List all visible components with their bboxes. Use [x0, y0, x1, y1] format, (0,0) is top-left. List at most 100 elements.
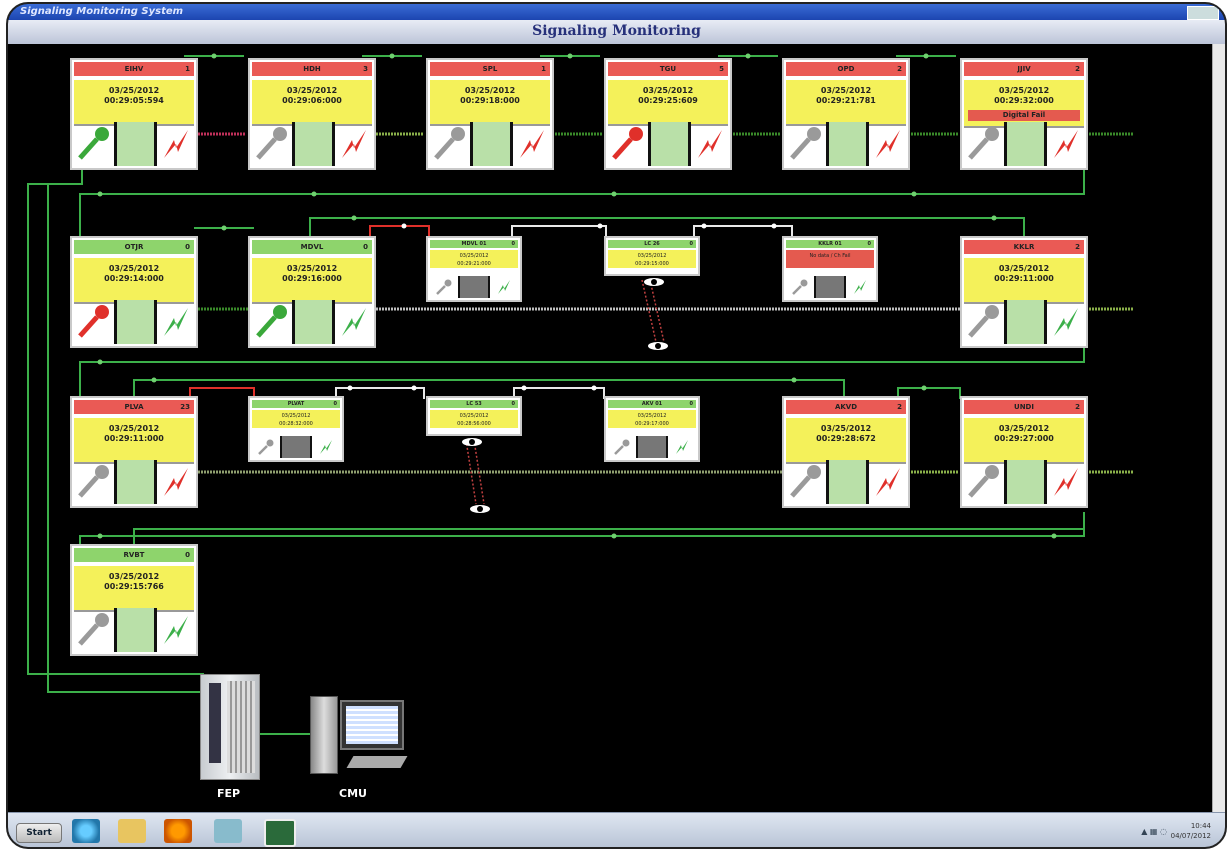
network-app-icon[interactable] [214, 819, 242, 843]
substation-count: 0 [511, 401, 515, 407]
system-tray[interactable]: ▲ ▦ ◌ [1141, 827, 1167, 836]
station-panel[interactable]: UNDI 2 03/25/2012 00:29:27:000 [960, 396, 1088, 508]
key-icon[interactable] [430, 122, 470, 166]
timestamp-time: 00:29:15:766 [104, 582, 164, 591]
folder-icon[interactable] [118, 819, 146, 843]
power-bolt-icon [157, 460, 194, 504]
timestamp-time: 00:29:32:000 [994, 96, 1054, 105]
key-icon[interactable] [252, 122, 292, 166]
internet-explorer-icon[interactable] [72, 819, 100, 843]
key-icon[interactable] [74, 300, 114, 344]
fep-rack-icon[interactable] [200, 674, 260, 780]
key-icon[interactable] [964, 300, 1004, 344]
timestamp-time: 00:29:17:000 [635, 421, 669, 427]
power-bolt-icon [157, 300, 194, 344]
track-status-icon [470, 122, 513, 166]
substation-panel[interactable]: AKV 01 0 03/25/2012 00:29:17:000 [604, 396, 700, 462]
substation-count: 0 [511, 241, 515, 247]
substation-panel[interactable]: PLVAT 0 03/25/2012 00:28:32:000 [248, 396, 344, 462]
timestamp-date: 03/25/2012 [998, 264, 1050, 273]
clock-time: 10:44 [1190, 822, 1211, 830]
key-icon[interactable] [74, 608, 114, 652]
power-bolt-icon [312, 436, 340, 458]
station-name: SPL 1 [430, 62, 550, 76]
station-count: 2 [1075, 243, 1080, 251]
timestamp-date: 03/25/2012 [459, 253, 489, 259]
substation-panel[interactable]: KKLR 01 0 No data / Ch Fail [782, 236, 878, 302]
clock-date: 04/07/2012 [1170, 832, 1211, 840]
substation-timestamp: No data / Ch Fail [786, 250, 874, 268]
station-panel[interactable]: JJIV 2 03/25/2012 00:29:32:000 Digital Fail [960, 58, 1088, 170]
power-bolt-icon [157, 608, 194, 652]
station-status-row [252, 122, 372, 166]
substation-timestamp: 03/25/2012 00:28:56:000 [430, 410, 518, 428]
key-icon[interactable] [786, 460, 826, 504]
station-panel[interactable]: SPL 1 03/25/2012 00:29:18:000 [426, 58, 554, 170]
timestamp-date: 03/25/2012 [820, 86, 872, 95]
substation-panel[interactable]: LC 26 0 03/25/2012 00:29:15:000 [604, 236, 700, 276]
key-icon[interactable] [430, 276, 458, 298]
fault-text: No data / Ch Fail [809, 253, 851, 259]
station-timestamp: 03/25/2012 00:29:25:609 [608, 80, 728, 126]
station-name: OPD 2 [786, 62, 906, 76]
media-player-icon[interactable] [164, 819, 192, 843]
station-count: 0 [185, 551, 190, 559]
track-status-icon [114, 608, 157, 652]
timestamp-time: 00:29:28:672 [816, 434, 876, 443]
station-panel[interactable]: HDH 3 03/25/2012 00:29:06:000 [248, 58, 376, 170]
key-icon[interactable] [964, 460, 1004, 504]
substation-panel[interactable]: MDVL 01 0 03/25/2012 00:29:21:000 [426, 236, 522, 302]
cmu-computer-icon[interactable] [310, 696, 408, 774]
substation-timestamp: 03/25/2012 00:29:15:000 [608, 250, 696, 268]
key-icon[interactable] [74, 460, 114, 504]
track-status-icon [1004, 122, 1047, 166]
timestamp-time: 00:28:32:000 [279, 421, 313, 427]
station-name: TGU 5 [608, 62, 728, 76]
station-panel[interactable]: MDVL 0 03/25/2012 00:29:16:000 [248, 236, 376, 348]
key-icon[interactable] [786, 276, 814, 298]
station-panel[interactable]: PLVA 23 03/25/2012 00:29:11:000 [70, 396, 198, 508]
station-panel[interactable]: AKVD 2 03/25/2012 00:29:28:672 [782, 396, 910, 508]
key-icon[interactable] [608, 122, 648, 166]
key-icon[interactable] [74, 122, 114, 166]
key-icon[interactable] [608, 436, 636, 458]
substation-name: AKV 01 0 [608, 400, 696, 408]
station-timestamp: 03/25/2012 00:29:11:000 [74, 418, 194, 464]
station-timestamp: 03/25/2012 00:29:06:000 [252, 80, 372, 126]
station-name: RVBT 0 [74, 548, 194, 562]
taskbar-clock[interactable]: 10:44 04/07/2012 [1171, 821, 1211, 841]
key-icon[interactable] [964, 122, 1004, 166]
station-panel[interactable]: KKLR 2 03/25/2012 00:29:11:000 [960, 236, 1088, 348]
station-panel[interactable]: OTJR 0 03/25/2012 00:29:14:000 [70, 236, 198, 348]
fep-label: FEP [217, 787, 241, 800]
track-status-icon [636, 436, 668, 458]
station-panel[interactable]: TGU 5 03/25/2012 00:29:25:609 [604, 58, 732, 170]
substation-status-row [252, 436, 340, 458]
station-panel[interactable]: EIHV 1 03/25/2012 00:29:05:594 [70, 58, 198, 170]
vertical-scrollbar[interactable] [1212, 44, 1225, 812]
station-status-row [430, 122, 550, 166]
station-panel[interactable]: RVBT 0 03/25/2012 00:29:15:766 [70, 544, 198, 656]
station-name: OTJR 0 [74, 240, 194, 254]
power-bolt-icon [335, 122, 372, 166]
station-status-row [964, 460, 1084, 504]
timestamp-date: 03/25/2012 [998, 86, 1050, 95]
station-panel[interactable]: OPD 2 03/25/2012 00:29:21:781 [782, 58, 910, 170]
key-icon[interactable] [252, 436, 280, 458]
key-icon[interactable] [786, 122, 826, 166]
signaling-app-icon[interactable] [264, 819, 296, 847]
substation-count: 0 [689, 241, 693, 247]
substation-panel[interactable]: LC 53 0 03/25/2012 00:28:56:000 [426, 396, 522, 436]
station-timestamp: 03/25/2012 00:29:18:000 [430, 80, 550, 126]
station-status-row [786, 122, 906, 166]
station-count: 3 [363, 65, 368, 73]
timestamp-date: 03/25/2012 [286, 86, 338, 95]
window-controls[interactable] [1187, 6, 1219, 20]
substation-timestamp: 03/25/2012 00:28:32:000 [252, 410, 340, 428]
substation-name: PLVAT 0 [252, 400, 340, 408]
start-button[interactable]: Start [16, 823, 62, 843]
key-icon[interactable] [252, 300, 292, 344]
power-bolt-icon [869, 460, 906, 504]
station-count: 0 [363, 243, 368, 251]
timestamp-date: 03/25/2012 [820, 424, 872, 433]
